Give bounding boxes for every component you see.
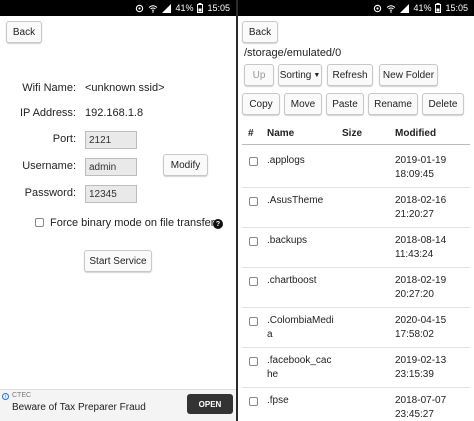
port-field[interactable]: 2121	[85, 131, 137, 149]
ad-open-button[interactable]: OPEN	[187, 394, 233, 414]
file-browser-panel: 41% 15:05 Back /storage/emulated/0 Up So…	[238, 0, 474, 421]
ip-address-value: 192.168.1.8	[85, 107, 144, 119]
file-select-checkbox[interactable]	[249, 197, 258, 206]
ftp-server-panel: 41% 15:05 Back Wifi Name: <unknown ssid>…	[0, 0, 236, 421]
file-modified: 2019-02-13 23:15:39	[395, 354, 465, 382]
file-select-checkbox[interactable]	[249, 277, 258, 286]
password-label: Password:	[24, 187, 76, 199]
file-name[interactable]: .fpse	[267, 394, 337, 408]
status-bar: 41% 15:05	[0, 0, 236, 16]
caret-down-icon: ▼	[313, 71, 321, 79]
file-modified-date: 2020-04-15	[395, 315, 447, 326]
file-row[interactable]: .ColombiaMedia 2020-04-15 17:58:02	[238, 308, 474, 348]
back-button[interactable]: Back	[6, 21, 42, 43]
back-button[interactable]: Back	[242, 21, 278, 43]
sorting-dropdown[interactable]: Sorting ▼	[278, 64, 322, 86]
file-modified-date: 2018-07-07	[395, 395, 447, 406]
file-modified-date: 2019-02-13	[395, 355, 447, 366]
battery-icon	[197, 3, 204, 13]
file-modified-date: 2018-02-19	[395, 275, 447, 286]
ad-sponsor: CTEC	[12, 392, 32, 399]
modify-button[interactable]: Modify	[163, 154, 208, 176]
file-select-checkbox[interactable]	[249, 237, 258, 246]
wifi-name-label: Wifi Name:	[22, 82, 76, 94]
file-select-checkbox[interactable]	[249, 357, 258, 366]
ad-banner[interactable]: i CTEC Beware of Tax Preparer Fraud OPEN	[0, 389, 236, 421]
file-name[interactable]: .ColombiaMedia	[267, 314, 337, 342]
file-modified-time: 11:43:24	[395, 249, 434, 260]
help-icon[interactable]: ?	[213, 219, 223, 229]
file-name[interactable]: .facebook_cache	[267, 354, 337, 382]
signal-icon	[162, 3, 172, 13]
signal-icon	[400, 3, 410, 13]
file-row[interactable]: .chartboost 2018-02-19 20:27:20	[238, 268, 474, 308]
file-modified-time: 20:27:20	[395, 289, 434, 300]
file-name[interactable]: .applogs	[267, 154, 337, 168]
file-modified: 2018-07-07 23:45:27	[395, 394, 465, 421]
file-modified-time: 21:20:27	[395, 209, 434, 220]
file-row[interactable]: .fpse 2018-07-07 23:45:27	[238, 388, 474, 421]
column-modified[interactable]: Modified	[395, 128, 436, 139]
file-modified-time: 17:58:02	[395, 329, 434, 340]
file-row[interactable]: .AsusTheme 2018-02-16 21:20:27	[238, 188, 474, 228]
wifi-icon	[386, 4, 396, 13]
username-field[interactable]: admin	[85, 158, 137, 176]
status-bar: 41% 15:05	[238, 0, 474, 16]
ad-headline[interactable]: Beware of Tax Preparer Fraud	[12, 402, 146, 413]
file-modified-date: 2019-01-19	[395, 155, 447, 166]
move-button[interactable]: Move	[284, 93, 322, 115]
battery-icon	[435, 3, 442, 13]
copy-button[interactable]: Copy	[242, 93, 280, 115]
file-modified-date: 2018-08-14	[395, 235, 447, 246]
username-label: Username:	[22, 160, 76, 172]
file-modified: 2019-01-19 18:09:45	[395, 154, 465, 182]
clock: 15:05	[207, 3, 230, 13]
wifi-icon	[148, 4, 158, 13]
clock: 15:05	[445, 3, 468, 13]
file-modified-time: 18:09:45	[395, 169, 434, 180]
sorting-label: Sorting	[279, 69, 312, 81]
column-size[interactable]: Size	[342, 128, 362, 139]
up-button[interactable]: Up	[244, 64, 274, 86]
delete-button[interactable]: Delete	[422, 93, 464, 115]
file-row[interactable]: .backups 2018-08-14 11:43:24	[238, 228, 474, 268]
file-name[interactable]: .AsusTheme	[267, 194, 337, 208]
rename-button[interactable]: Rename	[368, 93, 418, 115]
file-select-checkbox[interactable]	[249, 157, 258, 166]
sync-icon	[135, 4, 144, 13]
battery-percent: 41%	[175, 3, 194, 13]
password-field[interactable]: 12345	[85, 185, 137, 203]
file-row[interactable]: .applogs 2019-01-19 18:09:45	[238, 148, 474, 188]
sync-icon	[373, 4, 382, 13]
file-modified: 2018-08-14 11:43:24	[395, 234, 465, 262]
file-modified-time: 23:45:27	[395, 409, 434, 420]
ip-address-label: IP Address:	[19, 107, 76, 119]
battery-percent: 41%	[413, 3, 432, 13]
current-path: /storage/emulated/0	[244, 47, 342, 59]
binary-mode-label: Force binary mode on file transfer	[50, 217, 215, 229]
file-modified: 2018-02-16 21:20:27	[395, 194, 465, 222]
file-row[interactable]: .facebook_cache 2019-02-13 23:15:39	[238, 348, 474, 388]
port-label: Port:	[52, 133, 76, 145]
paste-button[interactable]: Paste	[326, 93, 364, 115]
ad-info-icon[interactable]: i	[2, 393, 9, 400]
file-name[interactable]: .backups	[267, 234, 337, 248]
file-select-checkbox[interactable]	[249, 397, 258, 406]
refresh-button[interactable]: Refresh	[327, 64, 373, 86]
new-folder-button[interactable]: New Folder	[379, 64, 438, 86]
wifi-name-value: <unknown ssid>	[85, 82, 165, 94]
file-select-checkbox[interactable]	[249, 317, 258, 326]
file-name[interactable]: .chartboost	[267, 274, 337, 288]
column-index: #	[248, 128, 254, 139]
column-name[interactable]: Name	[267, 128, 294, 139]
file-modified: 2018-02-19 20:27:20	[395, 274, 465, 302]
file-modified: 2020-04-15 17:58:02	[395, 314, 465, 342]
file-modified-time: 23:15:39	[395, 369, 434, 380]
file-modified-date: 2018-02-16	[395, 195, 447, 206]
header-divider	[242, 144, 470, 145]
start-service-button[interactable]: Start Service	[84, 250, 152, 272]
binary-mode-checkbox[interactable]	[35, 218, 44, 227]
